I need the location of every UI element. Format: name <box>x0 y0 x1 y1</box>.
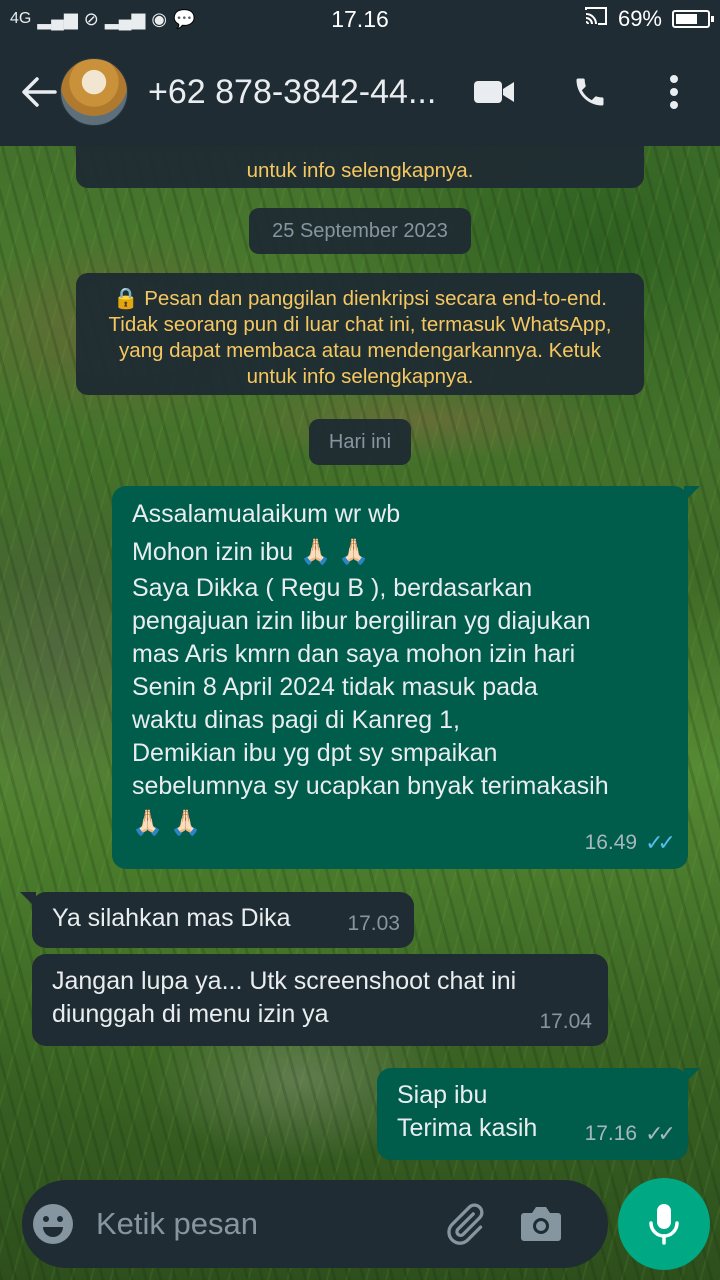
contact-avatar[interactable] <box>60 58 128 126</box>
battery-percent: 69% <box>617 6 662 31</box>
compose-bar <box>22 1180 608 1268</box>
message-text: Senin 8 April 2024 tidak masuk pada <box>132 673 538 701</box>
contact-name[interactable]: +62 878-3842-44... <box>148 73 448 112</box>
aperture-icon: ◉ <box>151 8 168 29</box>
phone-icon[interactable] <box>560 62 620 122</box>
message-text: Saya Dikka ( Regu B ), berdasarkan <box>132 574 533 602</box>
status-icons-left: 4G ▂▄▆ ⊘ ▂▄▆ ◉ 💬 <box>10 9 270 30</box>
network-type: 4G <box>10 10 32 27</box>
camera-icon[interactable] <box>516 1199 566 1249</box>
message-text: waktu dinas pagi di Kanreg 1, <box>132 706 460 734</box>
read-receipt-icon: ✓✓ <box>645 830 676 855</box>
date-separator: 25 September 2023 <box>249 208 471 254</box>
message-input[interactable] <box>96 1206 416 1242</box>
message-meta: 17.03 <box>347 907 400 940</box>
date-label: 25 September 2023 <box>272 220 448 242</box>
date-label: Hari ini <box>328 431 392 453</box>
message-text: pengajuan izin libur bergiliran yg diaju… <box>132 607 591 635</box>
outgoing-message[interactable]: Assalamualaikum wr wb Mohon izin ibu 🙏🏻 … <box>112 486 700 869</box>
message-text: Demikian ibu yg dpt sy smpaikan <box>132 739 498 767</box>
status-bar: 4G ▂▄▆ ⊘ ▂▄▆ ◉ 💬 17.16 69% <box>0 0 720 38</box>
message-text: Mohon izin ibu 🙏🏻 🙏🏻 <box>132 538 370 566</box>
message-text: mas Aris kmrn dan saya mohon izin hari <box>132 640 576 668</box>
message-time: 17.03 <box>347 912 400 935</box>
attachment-icon[interactable] <box>440 1199 490 1249</box>
message-meta: 17.16 ✓✓ <box>584 1117 676 1150</box>
message-time: 16.49 <box>584 831 638 854</box>
message-text: Assalamualaikum wr wb <box>132 500 401 528</box>
encryption-notice-previous[interactable]: untuk info selengkapnya. <box>76 146 644 188</box>
incoming-message[interactable]: Jangan lupa ya... Utk screenshoot chat i… <box>32 954 608 1046</box>
message-meta: 17.04 <box>539 1005 592 1038</box>
status-icons-right: 69% <box>584 6 714 32</box>
microphone-icon[interactable] <box>618 1178 710 1270</box>
more-vert-icon[interactable] <box>644 62 704 122</box>
signal-icon: ▂▄▆ <box>37 8 78 29</box>
message-text: diunggah di menu izin ya <box>52 1000 329 1028</box>
message-text: Siap ibu <box>397 1081 488 1109</box>
chat-notification-icon: 💬 <box>173 8 196 29</box>
delivered-receipt-icon: ✓✓ <box>645 1121 676 1146</box>
message-list[interactable]: untuk info selengkapnya. 25 September 20… <box>0 146 720 1176</box>
notice-line: untuk info selengkapnya. <box>246 159 474 182</box>
message-text: Jangan lupa ya... Utk screenshoot chat i… <box>52 967 517 995</box>
emoji-icon[interactable] <box>30 1201 76 1247</box>
message-time: 17.16 <box>584 1122 638 1145</box>
message-time: 17.04 <box>539 1010 592 1033</box>
message-meta: 16.49 ✓✓ <box>584 826 676 859</box>
back-arrow-icon[interactable] <box>12 62 66 122</box>
date-separator: Hari ini <box>309 419 411 465</box>
outgoing-message[interactable]: Siap ibu Terima kasih 17.16 ✓✓ <box>377 1068 700 1160</box>
battery-icon <box>672 10 714 28</box>
notice-line: yang dapat membaca atau mendengarkannya.… <box>118 339 602 362</box>
signal-2-icon: ▂▄▆ <box>104 8 146 29</box>
message-text: sebelumnya sy ucapkan bnyak terimakasih <box>132 772 609 800</box>
encryption-notice[interactable]: 🔒 Pesan dan panggilan dienkripsi secara … <box>76 273 644 395</box>
vpn-icon: ⊘ <box>83 8 99 29</box>
notice-line: 🔒 Pesan dan panggilan dienkripsi secara … <box>113 287 607 310</box>
notice-line: untuk info selengkapnya. <box>246 365 474 388</box>
notice-line: Tidak seorang pun di luar chat ini, term… <box>108 313 612 336</box>
incoming-message[interactable]: Ya silahkan mas Dika 17.03 <box>20 892 414 948</box>
video-call-icon[interactable] <box>464 62 524 122</box>
cast-icon <box>584 6 608 32</box>
chat-header: +62 878-3842-44... <box>0 38 720 146</box>
